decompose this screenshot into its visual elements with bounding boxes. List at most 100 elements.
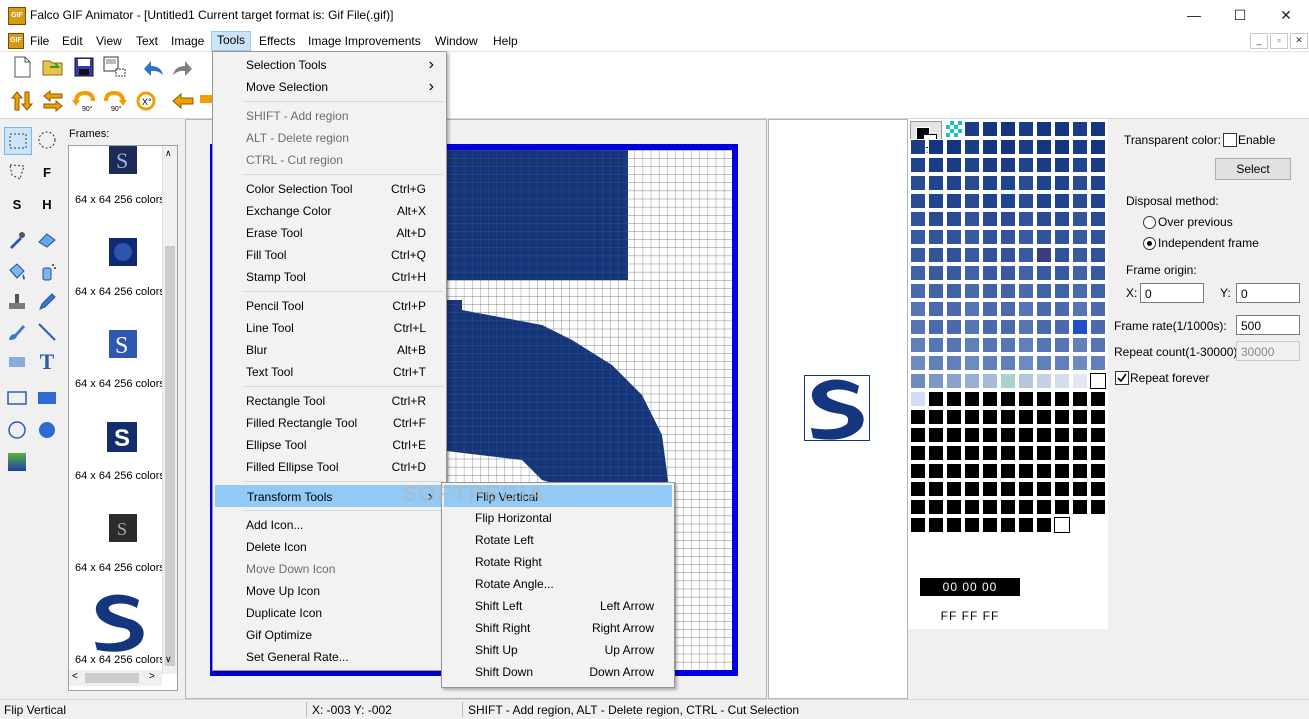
palette-swatch[interactable] [1036,175,1052,191]
hscroll-thumb[interactable] [85,673,139,683]
palette-swatch[interactable] [1072,481,1088,497]
palette-swatch[interactable] [1018,175,1034,191]
palette-swatch[interactable] [1018,157,1034,173]
palette-swatch[interactable] [910,175,926,191]
palette-swatch[interactable] [928,409,944,425]
palette-swatch[interactable] [910,391,926,407]
palette-swatch[interactable] [964,463,980,479]
palette-swatch[interactable] [1018,373,1034,389]
palette-swatch[interactable] [1072,373,1088,389]
palette-swatch[interactable] [1000,337,1016,353]
palette-swatch[interactable] [1018,463,1034,479]
palette-swatch[interactable] [1036,373,1052,389]
palette-swatch[interactable] [982,373,998,389]
palette-swatch[interactable] [1036,391,1052,407]
palette-swatch[interactable] [910,409,926,425]
palette-swatch[interactable] [1072,427,1088,443]
palette-swatch[interactable] [1054,499,1070,515]
palette-swatch[interactable] [1072,409,1088,425]
palette-swatch[interactable] [928,337,944,353]
palette-swatch[interactable] [1036,301,1052,317]
palette-swatch[interactable] [946,157,962,173]
palette-swatch[interactable] [1090,229,1106,245]
menu-image-improvements[interactable]: Image Improvements [303,32,426,50]
palette-swatch[interactable] [1000,373,1016,389]
palette-swatch[interactable] [1036,445,1052,461]
palette-swatch[interactable] [1090,463,1106,479]
palette-swatch[interactable] [1054,319,1070,335]
palette-swatch[interactable] [1018,319,1034,335]
palette-swatch[interactable] [1000,301,1016,317]
palette-swatch[interactable] [964,121,980,137]
rotate-right-icon[interactable]: 90° [102,88,128,114]
filled-ellipse-tool-icon[interactable] [34,417,60,443]
palette-swatch[interactable] [1036,247,1052,263]
palette-swatch[interactable] [1054,355,1070,371]
palette-swatch[interactable] [928,427,944,443]
palette-swatch[interactable] [910,139,926,155]
blur-tool-icon[interactable] [4,349,30,375]
palette-swatch[interactable] [1090,211,1106,227]
frame-list-vscroll[interactable]: ∧ ∨ [162,146,177,674]
mdi-minimize-button[interactable]: _ [1250,33,1268,49]
palette-swatch[interactable] [1054,175,1070,191]
palette-swatch[interactable] [982,463,998,479]
palette-swatch[interactable] [1072,391,1088,407]
palette-swatch[interactable] [1054,139,1070,155]
palette-swatch[interactable] [910,301,926,317]
palette-swatch[interactable] [910,193,926,209]
palette-swatch[interactable] [928,193,944,209]
palette-swatch[interactable] [928,517,944,533]
palette-swatch[interactable] [1072,355,1088,371]
palette-swatch[interactable] [1000,463,1016,479]
submenu-item-rotate-left[interactable]: Rotate Left [444,529,672,551]
menu-item-alt-delete-region[interactable]: ALT - Delete region [215,127,444,149]
palette-swatch[interactable] [946,193,962,209]
palette-swatch[interactable] [964,283,980,299]
eraser-tool-icon[interactable] [34,227,60,253]
palette-swatch[interactable] [982,445,998,461]
palette-swatch[interactable] [1090,409,1106,425]
pencil-tool-icon[interactable] [34,289,60,315]
palette-swatch[interactable] [1054,229,1070,245]
palette-swatch[interactable] [1072,139,1088,155]
frame-thumbnail[interactable]: S [109,330,137,359]
palette-swatch[interactable] [1018,265,1034,281]
palette-swatch[interactable] [1000,409,1016,425]
menu-item-erase-tool[interactable]: Erase Tool Alt+D [215,222,444,244]
palette-swatch[interactable] [1036,157,1052,173]
save-icon[interactable] [71,54,97,80]
palette-swatch[interactable] [1018,445,1034,461]
frame-thumbnail[interactable]: S [109,514,137,542]
palette-swatch[interactable] [982,193,998,209]
select-s-tool-icon[interactable]: S [4,191,30,217]
menu-tools[interactable]: Tools [211,31,252,51]
palette-swatch[interactable] [982,247,998,263]
repeat-forever-checkbox[interactable] [1115,371,1129,385]
palette-swatch[interactable] [1036,517,1052,533]
select-h-tool-icon[interactable]: H [34,191,60,217]
palette-swatch[interactable] [982,265,998,281]
palette-swatch[interactable] [1000,481,1016,497]
submenu-item-shift-left[interactable]: Shift Left Left Arrow [444,595,672,617]
palette-swatch[interactable] [964,373,980,389]
palette-swatch[interactable] [964,445,980,461]
rectangle-tool-icon[interactable] [4,385,30,411]
palette-swatch[interactable] [946,139,962,155]
palette-swatch[interactable] [982,139,998,155]
palette-swatch[interactable] [946,517,962,533]
palette-swatch[interactable] [982,355,998,371]
frame-thumbnail[interactable] [109,238,137,266]
palette-swatch[interactable] [1054,211,1070,227]
palette-swatch[interactable] [910,157,926,173]
palette-swatch[interactable] [1090,139,1106,155]
menu-item-ellipse-tool[interactable]: Ellipse Tool Ctrl+E [215,434,444,456]
palette-swatch[interactable] [1018,427,1034,443]
palette-swatch[interactable] [1054,409,1070,425]
palette-swatch[interactable] [928,175,944,191]
palette-swatch[interactable] [928,265,944,281]
transparent-swatch[interactable] [946,121,962,137]
menu-item-exchange-color[interactable]: Exchange Color Alt+X [215,200,444,222]
palette-swatch[interactable] [946,229,962,245]
redo-icon[interactable] [170,54,196,80]
